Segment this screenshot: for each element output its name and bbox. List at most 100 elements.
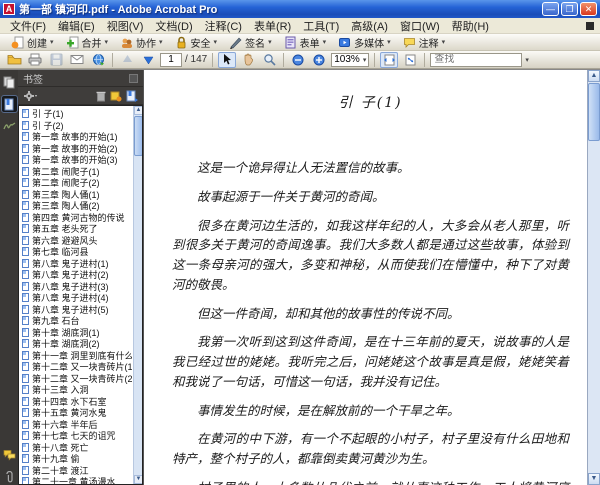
create-button[interactable]: 创建 ▾ [6,34,59,50]
pdf-page[interactable]: 引 子(1) 这是一个诡异得让人无法置信的故事。 故事起源于一件关于黄河的奇闻。… [144,70,587,485]
bookmark-item[interactable]: 第二十章 渡江 [22,465,132,477]
search-input[interactable] [430,53,522,67]
panel-options-box[interactable] [129,74,138,83]
bookmark-item[interactable]: 第一章 故事的开始(3) [22,154,132,166]
bookmark-item[interactable]: 第三章 陶人俑(2) [22,200,132,212]
maximize-button[interactable]: ❐ [561,2,578,16]
scroll-down-icon[interactable]: ▼ [588,473,600,485]
bookmark-item[interactable]: 第八章 鬼子进村(3) [22,281,132,293]
down-arrow-icon [143,54,154,65]
bookmarks-panel-button[interactable] [2,96,17,112]
comment-button[interactable]: 注释 ▾ [398,34,451,50]
folder-icon [7,53,22,66]
menu-item[interactable]: 工具(T) [297,17,345,35]
bookmark-page-icon [22,247,29,256]
bookmark-item[interactable]: 第二十一章 黄汤漫水 [22,476,132,485]
scroll-down-icon[interactable]: ▼ [134,475,143,484]
bookmark-item[interactable]: 第八章 鬼子进村(4) [22,292,132,304]
menu-item[interactable]: 文件(F) [4,17,52,35]
menu-item[interactable]: 高级(A) [345,17,394,35]
collaborate-button[interactable]: 协作 ▾ [115,34,168,50]
bookmark-item[interactable]: 第九章 石台 [22,315,132,327]
forms-button[interactable]: 表单 ▾ [279,34,332,50]
email-button[interactable] [68,52,86,68]
open-button[interactable] [5,52,23,68]
minimize-button[interactable]: — [542,2,559,16]
bookmark-item[interactable]: 引 子(2) [22,120,132,132]
close-button[interactable]: ✕ [580,2,597,16]
zoom-level-dropdown[interactable]: 103% ▾ [331,53,369,67]
zoom-in-button[interactable] [310,52,328,68]
bookmark-item[interactable]: 第十四章 水下石室 [22,396,132,408]
hand-tool-button[interactable] [239,52,257,68]
zoom-marquee-button[interactable] [260,52,278,68]
scroll-up-icon[interactable]: ▲ [588,70,600,82]
combine-button[interactable]: 合并 ▾ [61,34,114,50]
previous-page-button[interactable] [118,52,136,68]
scrollbar-thumb[interactable] [134,116,143,156]
expand-bookmark-icon[interactable] [110,90,122,102]
save-button[interactable] [47,52,65,68]
options-gear-icon[interactable] [23,90,37,102]
multimedia-button[interactable]: 多媒体 ▾ [333,34,396,50]
toolbar-separator [212,53,213,67]
bookmark-item[interactable]: 第十章 湖底洞(2) [22,338,132,350]
bookmark-item[interactable]: 第十六章 半年后 [22,419,132,431]
fit-page-button[interactable] [401,52,419,68]
toolbar-collapse-box[interactable] [586,22,594,30]
bookmark-item[interactable]: 第六章 避避风头 [22,235,132,247]
bookmark-label: 第八章 鬼子进村(3) [32,281,109,293]
pages-panel-button[interactable] [2,74,17,90]
scrollbar-thumb[interactable] [588,83,600,141]
bookmark-item[interactable]: 第十八章 死亡 [22,442,132,454]
bookmark-label: 第十五章 黄河水鬼 [32,407,107,419]
menu-item[interactable]: 窗口(W) [394,17,446,35]
upload-button[interactable] [89,52,107,68]
bookmark-item[interactable]: 第十二章 又一块青砖片(1) [22,361,132,373]
sign-button[interactable]: 签名 ▾ [224,34,277,50]
menu-item[interactable]: 帮助(H) [446,17,495,35]
bookmark-item[interactable]: 第一章 故事的开始(2) [22,143,132,155]
zoom-out-button[interactable] [289,52,307,68]
bookmark-page-icon [22,201,29,210]
signatures-panel-button[interactable] [2,118,17,134]
menu-item[interactable]: 文档(D) [149,17,198,35]
next-page-button[interactable] [139,52,157,68]
bookmark-item[interactable]: 第十五章 黄河水鬼 [22,407,132,419]
bookmark-label: 第十七章 七天的诅咒 [32,430,116,442]
secure-button[interactable]: 安全 ▾ [170,34,223,50]
bookmark-item[interactable]: 第八章 鬼子进村(1) [22,258,132,270]
bookmark-item[interactable]: 第七章 临河县 [22,246,132,258]
bookmark-item[interactable]: 第四章 黄河古物的传说 [22,212,132,224]
bookmark-item[interactable]: 第八章 鬼子进村(2) [22,269,132,281]
select-tool-button[interactable] [218,52,236,68]
bookmark-item[interactable]: 第十三章 入洞 [22,384,132,396]
bookmark-item[interactable]: 第十二章 又一块青砖片(2) [22,373,132,385]
bookmark-item[interactable]: 第三章 陶人俑(1) [22,189,132,201]
comments-panel-button[interactable] [2,447,17,463]
bookmark-item[interactable]: 第十章 湖底洞(1) [22,327,132,339]
bookmark-label: 第十三章 入洞 [32,384,89,396]
bookmark-item[interactable]: 第十九章 偷 [22,453,132,465]
menu-item[interactable]: 表单(R) [248,17,297,35]
bookmark-item[interactable]: 第十七章 七天的诅咒 [22,430,132,442]
document-scrollbar[interactable]: ▲ ▼ [587,70,600,485]
menu-item[interactable]: 注释(C) [199,17,248,35]
menu-item[interactable]: 编辑(E) [52,17,101,35]
scroll-up-icon[interactable]: ▲ [134,106,143,115]
bookmark-item[interactable]: 第二章 闹爬子(1) [22,166,132,178]
bookmark-item[interactable]: 第五章 老头死了 [22,223,132,235]
attachments-panel-button[interactable] [2,469,17,485]
bookmark-item[interactable]: 第十一章 洞里到底有什么 [22,350,132,362]
bookmarks-scrollbar[interactable]: ▲ ▼ [133,106,142,484]
bookmark-item[interactable]: 第一章 故事的开始(1) [22,131,132,143]
page-number-input[interactable] [160,53,182,67]
bookmark-item[interactable]: 第八章 鬼子进村(5) [22,304,132,316]
new-bookmark-icon[interactable] [126,90,138,102]
menu-item[interactable]: 视图(V) [101,17,150,35]
bookmark-item[interactable]: 引 子(1) [22,108,132,120]
print-button[interactable] [26,52,44,68]
bookmark-item[interactable]: 第二章 闹爬子(2) [22,177,132,189]
delete-bookmark-icon[interactable] [96,90,106,102]
fit-width-button[interactable] [380,52,398,68]
